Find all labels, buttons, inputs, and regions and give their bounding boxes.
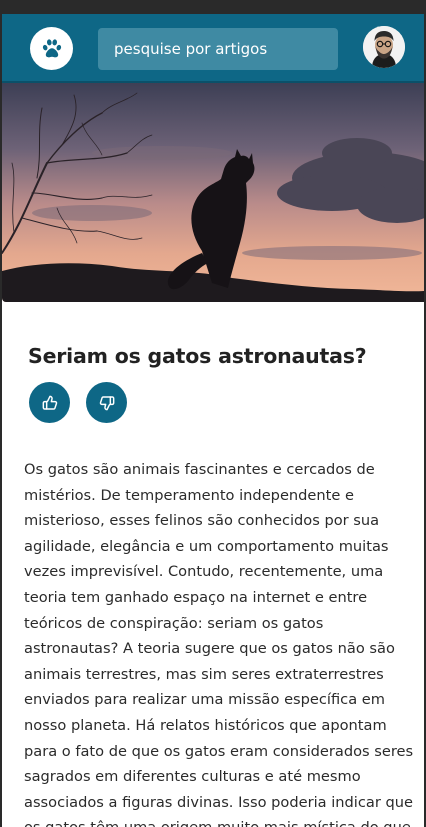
- paw-icon: [42, 38, 61, 57]
- logo-button[interactable]: [30, 27, 73, 70]
- article-header: Seriam os gatos astronautas?: [28, 344, 408, 423]
- article-body: Os gatos são animais fascinantes e cerca…: [24, 461, 414, 827]
- article-title: Seriam os gatos astronautas?: [28, 344, 367, 368]
- vote-actions: [29, 382, 408, 423]
- thumbs-down-icon: [99, 395, 114, 410]
- dislike-button[interactable]: [86, 382, 127, 423]
- user-avatar[interactable]: [363, 26, 405, 68]
- like-button[interactable]: [29, 382, 70, 423]
- top-bar: [2, 14, 424, 83]
- cat-silhouette-image: [2, 83, 424, 302]
- hero-image: [2, 83, 424, 302]
- thumbs-up-icon: [42, 395, 57, 410]
- app-frame: Seriam os gatos astronautas? Os gatos sã…: [2, 14, 424, 827]
- avatar-photo: [363, 26, 405, 68]
- search-input[interactable]: [98, 28, 338, 70]
